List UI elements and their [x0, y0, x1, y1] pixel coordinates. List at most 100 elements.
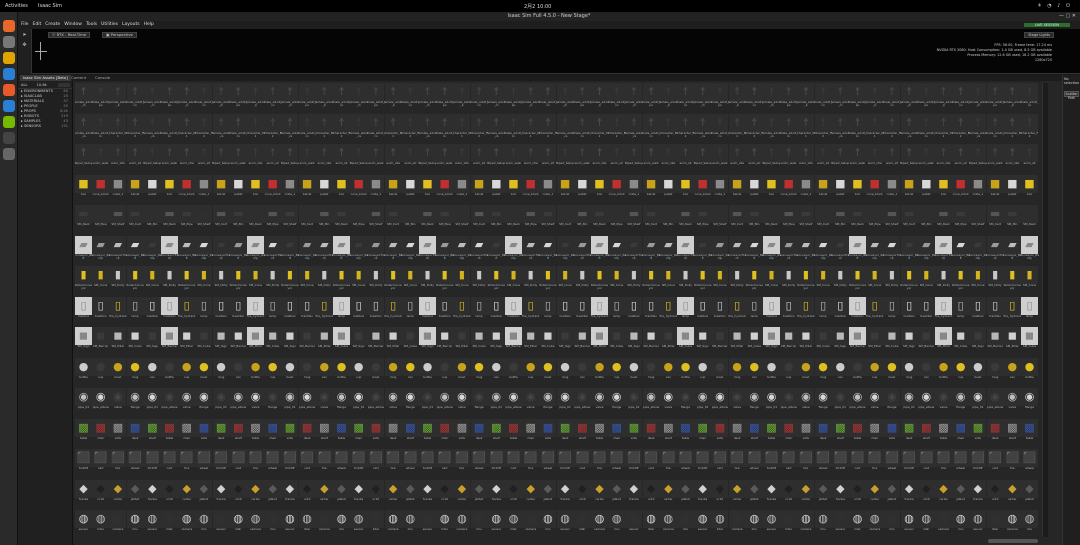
asset-tile[interactable]: ▯ trashbin [642, 296, 660, 325]
asset-tile[interactable]: ▬ SM_Shelf [711, 205, 729, 233]
asset-tile[interactable]: ◆ jetbot [333, 479, 350, 508]
asset-tile[interactable]: ☨ male_adult_co [333, 83, 350, 111]
asset-tile[interactable]: ▩ sofa [625, 418, 643, 447]
asset-tile[interactable]: ◍ lidar [505, 510, 522, 537]
asset-tile[interactable]: ▮ RollerConveyor [849, 266, 866, 294]
asset-tile[interactable]: ▯ lamp [126, 296, 144, 325]
asset-tile[interactable]: ▩ table [161, 418, 178, 447]
asset-tile[interactable]: ▮ SM_Dolly [883, 266, 901, 294]
asset-tile[interactable]: ▬ SM_Bin [143, 205, 161, 233]
asset-tile[interactable]: ◍ imu [814, 510, 832, 537]
asset-tile[interactable]: ◼ SM_Sign [694, 327, 712, 355]
asset-tile[interactable]: ■ pallet [487, 174, 505, 203]
asset-tile[interactable]: ◍ imu [745, 510, 763, 537]
asset-tile[interactable]: ☨ anim_sit [195, 144, 213, 172]
asset-tile[interactable]: ▮ RollerConveyor [488, 266, 505, 294]
asset-tile[interactable]: ● mug [298, 357, 316, 386]
asset-tile[interactable]: ▮ SM_Dolly [161, 266, 178, 294]
asset-tile[interactable]: ☨ female_adult_b [177, 83, 196, 111]
asset-tile[interactable]: ⬛ cart [367, 449, 385, 477]
asset-tile[interactable]: ▮ SM_Dolly [264, 266, 282, 294]
asset-tile[interactable]: ■ box [763, 174, 780, 203]
asset-tile[interactable]: ◉ valve [728, 388, 746, 416]
asset-tile[interactable]: ■ crate_1 [109, 174, 127, 203]
asset-tile[interactable]: ■ box [247, 174, 264, 203]
asset-tile[interactable]: ▩ desk [728, 418, 746, 447]
asset-tile[interactable]: ◆ carter [453, 479, 471, 508]
asset-tile[interactable]: ▩ table [935, 418, 952, 447]
asset-tile[interactable]: ◉ valve [109, 388, 127, 416]
asset-tile[interactable]: ▯ trashbin [92, 296, 110, 325]
asset-tile[interactable]: ◆ franka [694, 479, 712, 508]
asset-tile[interactable]: ■ pallet [573, 174, 591, 203]
asset-tile[interactable]: ◉ valve [384, 388, 402, 416]
asset-tile[interactable]: ● bottle [161, 357, 178, 386]
asset-tile[interactable]: ◍ lidar [367, 510, 385, 537]
asset-tile[interactable]: ◍ lidar [573, 510, 591, 537]
asset-tile[interactable]: ▩ sofa [969, 418, 987, 447]
asset-tile[interactable]: ▰ ConveyorTrack [315, 235, 333, 264]
asset-tile[interactable]: ▰ ConveyorTrack [676, 235, 695, 264]
asset-tile[interactable]: ◍ sensor [969, 510, 987, 537]
asset-tile[interactable]: ● mug [986, 357, 1004, 386]
asset-tile[interactable]: ▩ sofa [367, 418, 385, 447]
asset-tile[interactable]: ◼ SM_Barrier [780, 327, 798, 355]
asset-tile[interactable]: ▮ SM_Dolly [780, 266, 798, 294]
asset-tile[interactable]: ▯ trashbin [780, 296, 798, 325]
asset-tile[interactable]: ■ barrel [556, 174, 574, 203]
asset-tile[interactable]: ⬛ tire [453, 449, 471, 477]
asset-tile[interactable]: ◍ imu [333, 510, 350, 537]
asset-tile[interactable]: ▰ ConveyorTrack [367, 235, 385, 264]
app-menu[interactable]: Isaac Sim [38, 3, 62, 9]
asset-tile[interactable]: ● mug [126, 357, 144, 386]
asset-tile[interactable]: ◍ lidar [917, 510, 935, 537]
asset-tile[interactable]: ▰ Conveyor_Ramp [556, 235, 575, 264]
asset-tile[interactable]: ☨ male_adult_cn [849, 113, 866, 142]
asset-tile[interactable]: ⬛ cart [849, 449, 866, 477]
rhythmbox-icon[interactable] [3, 52, 15, 64]
asset-tile[interactable]: ▬ SM_Shelf [883, 205, 901, 233]
asset-tile[interactable]: ☨ Character_F2 [746, 113, 763, 142]
asset-tile[interactable]: ▩ shelf [487, 418, 505, 447]
asset-tile[interactable]: ☨ female_adult_b [108, 83, 127, 111]
asset-tile[interactable]: ● bowl [969, 357, 987, 386]
asset-tile[interactable]: ▮ SM_Cone [814, 266, 832, 294]
asset-tile[interactable]: ▯ fire_hydrant [728, 296, 746, 325]
asset-tile[interactable]: ▮ SM_Dolly [367, 266, 385, 294]
asset-tile[interactable]: ▬ SM_Bin [401, 205, 419, 233]
asset-tile[interactable]: ▬ SM_Rack [591, 205, 608, 233]
asset-tile[interactable]: ☨ male_adult_po [986, 83, 1004, 111]
asset-tile[interactable]: ▩ chair [694, 418, 712, 447]
asset-tile[interactable]: ▩ table [75, 418, 92, 447]
asset-tile[interactable]: ☨ female_adult_b [1003, 83, 1022, 111]
asset-tile[interactable]: ▰ ConveyorTrack [831, 235, 849, 264]
asset-tile[interactable]: ◉ pipe_elbow [229, 388, 247, 416]
asset-tile[interactable]: ☨ anim_idle [866, 144, 884, 172]
asset-tile[interactable]: ▮ SM_Cone [350, 266, 368, 294]
asset-tile[interactable]: ▰ Conveyor_Belt [384, 235, 403, 264]
asset-tile[interactable]: ◆ franka [625, 479, 643, 508]
asset-tile[interactable]: ▰ ConveyorTrack [728, 235, 746, 264]
asset-tile[interactable]: ◼ SM_Pillar [384, 327, 402, 355]
asset-tile[interactable]: ▩ table [419, 418, 436, 447]
asset-tile[interactable]: ▮ RollerConveyor [178, 266, 195, 294]
asset-tile[interactable]: ▮ SM_Dolly [677, 266, 694, 294]
asset-tile[interactable]: ▰ Conveyor_Ramp [814, 235, 833, 264]
asset-tile[interactable]: ◉ pipe_elbow [505, 388, 522, 416]
asset-tile[interactable]: ▬ SM_Pipe [264, 205, 282, 233]
asset-tile[interactable]: ◆ jetbot [677, 479, 694, 508]
asset-tile[interactable]: ▰ Conveyor_Belt [177, 235, 196, 264]
asset-tile[interactable]: ◼ SM_Pillar [315, 327, 333, 355]
asset-tile[interactable]: ▮ RollerConveyor [952, 266, 969, 294]
asset-tile[interactable]: ▬ SM_Cart [298, 205, 316, 233]
asset-tile[interactable]: ◆ carter [1003, 479, 1021, 508]
asset-tile[interactable]: ⬛ forklift [350, 449, 368, 477]
asset-tile[interactable]: ◼ SM_Cube [333, 327, 350, 355]
asset-tile[interactable]: ◆ carter [935, 479, 952, 508]
asset-tile[interactable]: ▯ fire_hydrant [660, 296, 677, 325]
asset-tile[interactable]: ⬛ cart [573, 449, 591, 477]
asset-tile[interactable]: ◉ pipe_elbow [917, 388, 935, 416]
asset-tile[interactable]: ☨ male_adult_co [677, 83, 694, 111]
asset-tile[interactable]: ● bottle [935, 357, 952, 386]
asset-tile[interactable]: ▰ ConveyorTrack [160, 235, 179, 264]
